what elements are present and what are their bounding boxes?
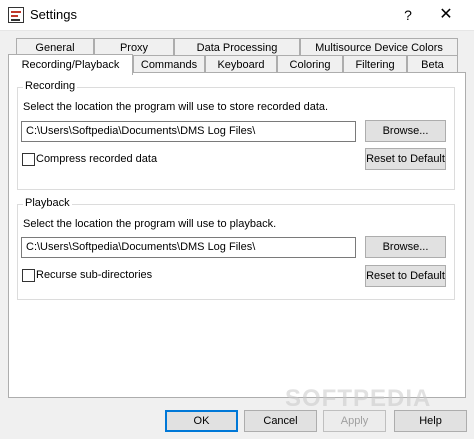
- ok-button[interactable]: OK: [165, 410, 238, 432]
- help-button[interactable]: Help: [394, 410, 467, 432]
- playback-reset-button[interactable]: Reset to Default: [365, 265, 446, 287]
- tab-panel: Recording Select the location the progra…: [8, 72, 466, 398]
- compress-recorded-data-checkbox[interactable]: [22, 153, 35, 166]
- tab-multisource-device-colors[interactable]: Multisource Device Colors: [300, 38, 458, 56]
- title-bar: Settings ? ✕: [0, 0, 474, 31]
- playback-path-field[interactable]: C:\Users\Softpedia\Documents\DMS Log Fil…: [21, 237, 356, 258]
- tab-recording-playback[interactable]: Recording/Playback: [8, 54, 133, 75]
- tab-commands[interactable]: Commands: [133, 55, 205, 73]
- window-title: Settings: [30, 7, 77, 22]
- recording-path-field[interactable]: C:\Users\Softpedia\Documents\DMS Log Fil…: [21, 121, 356, 142]
- recording-group-label: Recording: [23, 80, 78, 92]
- playback-group-label: Playback: [23, 197, 72, 209]
- tab-coloring[interactable]: Coloring: [277, 55, 343, 73]
- tab-filtering[interactable]: Filtering: [343, 55, 407, 73]
- help-title-button[interactable]: ?: [398, 5, 418, 25]
- recurse-subdirectories-label[interactable]: Recurse sub-directories: [36, 269, 152, 281]
- watermark: SOFTPEDIA: [285, 385, 432, 412]
- playback-browse-button[interactable]: Browse...: [365, 236, 446, 258]
- compress-recorded-data-label[interactable]: Compress recorded data: [36, 153, 157, 165]
- tab-beta[interactable]: Beta: [407, 55, 458, 73]
- tab-data-processing[interactable]: Data Processing: [174, 38, 300, 56]
- recording-reset-button[interactable]: Reset to Default: [365, 148, 446, 170]
- playback-description: Select the location the program will use…: [23, 218, 277, 230]
- tab-keyboard[interactable]: Keyboard: [205, 55, 277, 73]
- recording-description: Select the location the program will use…: [23, 101, 329, 113]
- recording-browse-button[interactable]: Browse...: [365, 120, 446, 142]
- app-icon: [8, 7, 24, 23]
- close-button[interactable]: ✕: [434, 4, 458, 26]
- cancel-button[interactable]: Cancel: [244, 410, 317, 432]
- apply-button[interactable]: Apply: [323, 410, 386, 432]
- recurse-subdirectories-checkbox[interactable]: [22, 269, 35, 282]
